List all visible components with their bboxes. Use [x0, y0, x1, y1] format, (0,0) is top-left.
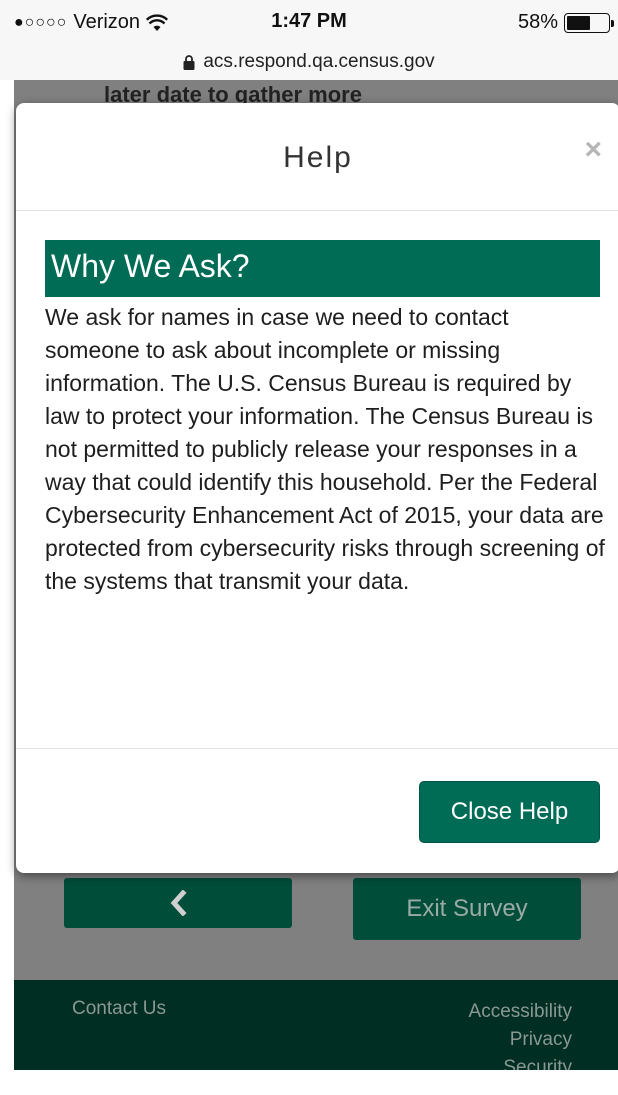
close-help-button[interactable]: Close Help	[419, 781, 600, 843]
footer-link-accessibility[interactable]: Accessibility	[469, 998, 572, 1026]
footer-link-security[interactable]: Security	[469, 1054, 572, 1070]
back-button[interactable]	[64, 878, 292, 928]
help-body-text: We ask for names in case we need to cont…	[45, 304, 605, 594]
exit-survey-button[interactable]: Exit Survey	[353, 878, 581, 940]
lock-icon	[183, 54, 195, 70]
status-bar: ●○○○○ Verizon 1:47 PM 58%	[0, 0, 618, 44]
modal-footer-divider	[16, 748, 618, 749]
page-footer: Contact Us Accessibility Privacy Securit…	[14, 980, 618, 1070]
footer-links: Accessibility Privacy Security	[469, 998, 572, 1070]
footer-link-privacy[interactable]: Privacy	[469, 1026, 572, 1054]
battery-level	[567, 15, 591, 30]
modal-header-divider	[16, 210, 618, 211]
battery-percent: 58%	[517, 11, 558, 33]
status-right: 58%	[517, 11, 614, 34]
chevron-left-icon	[170, 890, 187, 916]
help-modal: Help × Why We Ask? We ask for names in c…	[16, 103, 618, 873]
url-bar[interactable]: acs.respond.qa.census.gov	[0, 44, 618, 80]
why-we-ask-heading: Why We Ask?	[45, 240, 600, 297]
close-icon[interactable]: ×	[584, 133, 602, 167]
footer-contact-link[interactable]: Contact Us	[72, 998, 166, 1020]
battery-icon	[564, 12, 614, 33]
modal-title: Help	[283, 141, 353, 174]
url-text: acs.respond.qa.census.gov	[203, 51, 435, 72]
